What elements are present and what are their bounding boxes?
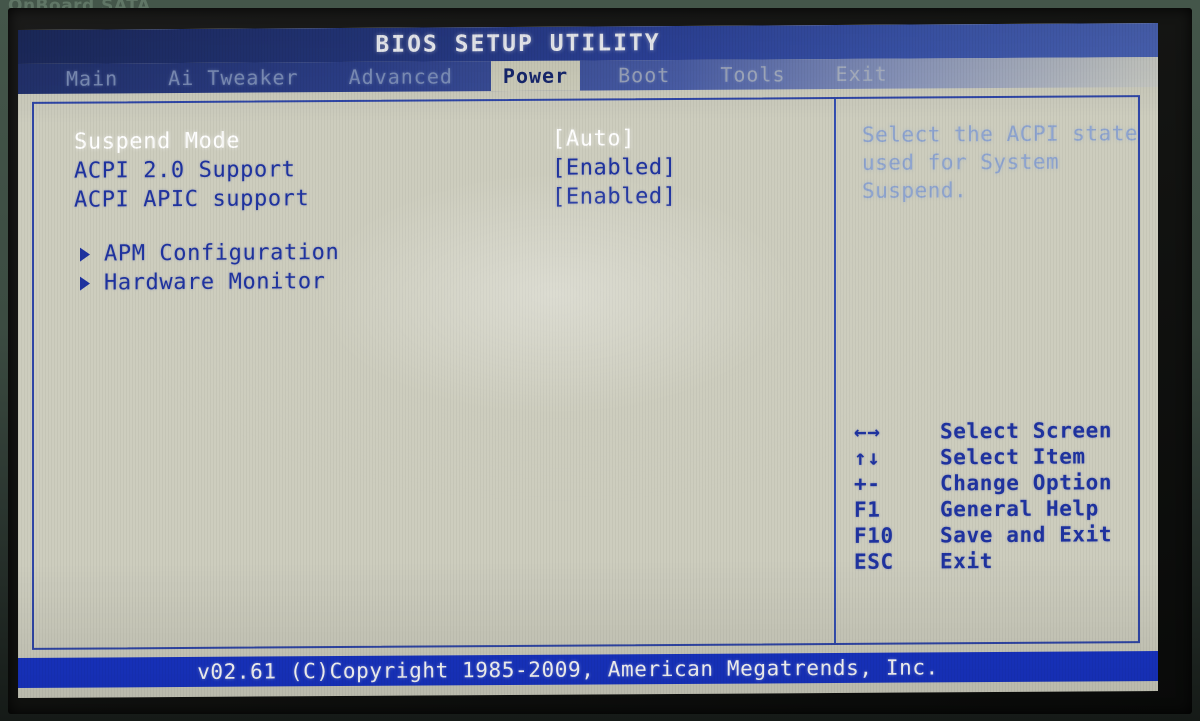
key-description: Select Item: [940, 444, 1086, 470]
key-glyph: F1: [854, 497, 881, 522]
footer-bar: v02.61 (C)Copyright 1985-2009, American …: [18, 651, 1158, 688]
copyright-text: v02.61 (C)Copyright 1985-2009, American …: [197, 655, 939, 684]
submenu-hardware-monitor[interactable]: Hardware Monitor: [74, 264, 824, 298]
key-description: Change Option: [940, 470, 1113, 496]
tab-power[interactable]: Power: [490, 60, 581, 92]
page-title: BIOS SETUP UTILITY: [375, 30, 661, 58]
tab-tools[interactable]: Tools: [708, 59, 797, 90]
key-legend-select-item: ↑↓ Select Item: [854, 443, 1130, 471]
tab-gap: [465, 61, 491, 91]
settings-pane: Suspend Mode [Auto] ACPI 2.0 Support [En…: [34, 99, 834, 648]
tab-gap: [682, 60, 708, 90]
key-description: Exit: [940, 549, 993, 574]
setting-value[interactable]: [Enabled]: [552, 155, 677, 181]
help-line: Suspend.: [862, 178, 968, 203]
key-description: Select Screen: [940, 418, 1113, 444]
content-frame: Suspend Mode [Auto] ACPI 2.0 Support [En…: [32, 95, 1140, 650]
photographed-monitor: OnBoard SATA BIOS SETUP UTILITY Main Ai …: [0, 0, 1200, 721]
setting-value[interactable]: [Enabled]: [552, 184, 677, 210]
tab-ai-tweaker[interactable]: Ai Tweaker: [156, 62, 310, 93]
setting-row-acpi-2-0-support[interactable]: ACPI 2.0 Support [Enabled]: [74, 152, 824, 186]
settings-list: Suspend Mode [Auto] ACPI 2.0 Support [En…: [74, 123, 824, 298]
key-legend-select-screen: ←→ Select Screen: [854, 417, 1130, 445]
setting-row-suspend-mode[interactable]: Suspend Mode [Auto]: [74, 123, 824, 157]
submenu-apm-configuration[interactable]: APM Configuration: [74, 235, 824, 269]
key-description: General Help: [940, 496, 1099, 522]
setting-label: Suspend Mode: [74, 128, 241, 155]
key-glyph: +-: [854, 471, 881, 496]
tab-gap: [130, 63, 156, 93]
tab-gap: [580, 60, 606, 90]
submenu-arrow-icon: [80, 276, 90, 291]
tab-gap: [311, 62, 337, 92]
submenu-label: Hardware Monitor: [104, 269, 326, 296]
submenu-arrow-icon: [80, 247, 90, 262]
bios-screen: BIOS SETUP UTILITY Main Ai Tweaker Advan…: [18, 23, 1158, 698]
tab-advanced[interactable]: Advanced: [337, 61, 465, 92]
key-legend-change-option: +- Change Option: [854, 469, 1130, 497]
setting-value[interactable]: [Auto]: [552, 126, 635, 152]
menu-bar[interactable]: Main Ai Tweaker Advanced Power Boot Tool…: [18, 57, 1158, 94]
tab-boot[interactable]: Boot: [606, 60, 682, 90]
help-line: Select the ACPI state: [862, 121, 1139, 147]
setting-label: ACPI APIC support: [74, 186, 310, 213]
help-pane: Select the ACPI state used for System Su…: [834, 97, 1139, 644]
panes: Suspend Mode [Auto] ACPI 2.0 Support [En…: [34, 97, 1138, 648]
key-glyph: ↑↓: [854, 445, 881, 470]
key-glyph: ESC: [854, 549, 894, 574]
tab-gap: [798, 59, 824, 89]
key-legend-save-and-exit: F10 Save and Exit: [854, 521, 1130, 549]
tab-main[interactable]: Main: [54, 63, 130, 93]
key-legend-exit: ESC Exit: [854, 547, 1130, 575]
help-text: Select the ACPI state used for System Su…: [862, 119, 1139, 205]
key-glyph: ←→: [854, 419, 881, 444]
setting-label: ACPI 2.0 Support: [74, 157, 296, 184]
submenu-label: APM Configuration: [104, 240, 340, 267]
key-legend-general-help: F1 General Help: [854, 495, 1130, 523]
tab-exit[interactable]: Exit: [824, 59, 900, 89]
key-description: Save and Exit: [940, 522, 1113, 548]
setting-row-acpi-apic-support[interactable]: ACPI APIC support [Enabled]: [74, 181, 824, 215]
key-legend: ←→ Select Screen ↑↓ Select Item +- Chang…: [854, 417, 1130, 575]
key-glyph: F10: [854, 523, 894, 548]
help-line: used for System: [862, 149, 1060, 175]
